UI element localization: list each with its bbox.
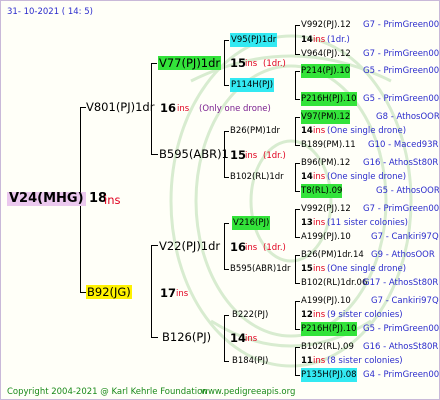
report-date: 31- 10-2021 ( 14: 5) bbox=[7, 7, 93, 17]
g4-queen-name[interactable]: P135H(PJ).08 bbox=[301, 368, 357, 382]
g4-queen-name[interactable]: B102(RL).09 bbox=[301, 340, 354, 354]
g3-note: (9 sister colonies) bbox=[327, 310, 403, 320]
g2-ins-number: 16 bbox=[230, 240, 247, 254]
g3-ins-number: 12 bbox=[301, 310, 313, 320]
g2-queen-name[interactable]: V22(PJ)1dr bbox=[159, 239, 220, 253]
g4-genealogy: G7 - PrimGreen00 bbox=[363, 20, 440, 30]
g3-queen-name[interactable]: B222(PJ) bbox=[232, 308, 268, 322]
g3-note: (11 sister colonies) bbox=[327, 218, 408, 228]
g3-note: (One single drone) bbox=[327, 126, 407, 136]
g3-note: (1dr.) bbox=[327, 35, 350, 45]
g4-genealogy: G16 - AthosSt80R bbox=[363, 342, 439, 352]
g2-queen-name[interactable]: B126(PJ) bbox=[162, 330, 211, 344]
g4-queen-name[interactable]: V992(PJ).12 bbox=[301, 202, 351, 216]
g3-ins-label: ins bbox=[313, 356, 326, 366]
g4-genealogy: G4 - PrimGreen00 bbox=[363, 370, 440, 380]
g3-ins-label: ins bbox=[313, 126, 326, 136]
g2-ins-label: ins bbox=[245, 243, 258, 253]
g3-ins-number: 14 bbox=[301, 35, 313, 45]
g3-queen-name[interactable]: B184(PJ) bbox=[232, 354, 268, 368]
g2-ins-number: 15 bbox=[230, 56, 247, 70]
g1-queen-name[interactable]: B92(JG) bbox=[86, 285, 132, 299]
g1-ins-label: ins bbox=[176, 289, 189, 299]
g4-queen-name[interactable]: P216H(PJ).10 bbox=[301, 92, 357, 106]
g4-genealogy: G7 - Cankiri97Q bbox=[371, 232, 439, 242]
g2-ins-label: ins bbox=[245, 334, 258, 344]
g4-queen-name[interactable]: P216H(PJ).10 bbox=[301, 322, 357, 336]
root-queen-name[interactable]: V24(MHG) bbox=[7, 192, 86, 206]
g3-note: (One single drone) bbox=[327, 264, 407, 274]
g3-note: (One single drone) bbox=[327, 172, 407, 182]
g3-ins-label: ins bbox=[313, 310, 326, 320]
g4-queen-name[interactable]: B96(PM).12 bbox=[301, 156, 350, 170]
g4-genealogy: G17 - AthosSt80R bbox=[363, 278, 439, 288]
g2-ins-number: 15 bbox=[230, 148, 247, 162]
g4-genealogy: G5 - AthosOOR bbox=[376, 186, 440, 196]
g3-queen-name[interactable]: B595(ABR)1dr bbox=[230, 262, 291, 276]
pedigree-chart: 31- 10-2021 ( 14: 5) V24(MHG) 18 ins V80… bbox=[0, 0, 440, 400]
g3-ins-label: ins bbox=[313, 172, 326, 182]
g3-ins-number: 11 bbox=[301, 356, 313, 366]
g3-ins-number: 14 bbox=[301, 126, 313, 136]
g3-ins-number: 15 bbox=[301, 264, 313, 274]
g4-queen-name[interactable]: P214(PJ).10 bbox=[301, 64, 351, 78]
g3-queen-name[interactable]: B26(PM)1dr bbox=[230, 124, 280, 138]
g4-genealogy: G5 - PrimGreen00 bbox=[363, 94, 440, 104]
g4-queen-name[interactable]: B26(PM)1dr.14 bbox=[301, 248, 364, 262]
g3-queen-name[interactable]: B102(RL)1dr bbox=[230, 170, 284, 184]
g2-note: (1dr.) bbox=[263, 59, 286, 69]
g2-queen-name[interactable]: B595(ABR)1 bbox=[159, 147, 229, 161]
g1-ins-label: ins bbox=[177, 104, 190, 114]
g4-queen-name[interactable]: T8(RL).09 bbox=[301, 184, 343, 198]
g3-queen-name[interactable]: V216(PJ) bbox=[232, 216, 271, 230]
root-ins-label: ins bbox=[104, 193, 121, 207]
g4-queen-name[interactable]: V97(PM).12 bbox=[301, 110, 351, 124]
g2-note: (1dr.) bbox=[263, 243, 286, 253]
g2-ins-label: ins bbox=[245, 151, 258, 161]
g1-queen-name[interactable]: V801(PJ)1dr bbox=[86, 100, 154, 114]
g3-ins-label: ins bbox=[313, 35, 326, 45]
g3-ins-label: ins bbox=[313, 218, 326, 228]
g4-genealogy: G5 - PrimGreen00 bbox=[363, 324, 440, 334]
g2-note: (1dr.) bbox=[263, 151, 286, 161]
g4-queen-name[interactable]: A199(PJ).10 bbox=[301, 230, 351, 244]
g2-ins-number: 14 bbox=[230, 331, 247, 345]
g4-queen-name[interactable]: V992(PJ).12 bbox=[301, 18, 351, 32]
g1-ins-number: 16 bbox=[160, 101, 177, 115]
g4-genealogy: G7 - Cankiri97Q bbox=[371, 296, 439, 306]
g1-note: (Only one drone) bbox=[199, 104, 271, 114]
g2-queen-name[interactable]: V77(PJ)1dr bbox=[158, 56, 222, 70]
g4-genealogy: G7 - PrimGreen00 bbox=[363, 49, 440, 59]
copyright-text: Copyright 2004-2021 @ Karl Kehrle Founda… bbox=[7, 387, 208, 397]
g3-ins-number: 14 bbox=[301, 172, 313, 182]
g4-queen-name[interactable]: B189(PM).11 bbox=[301, 138, 356, 152]
g4-genealogy: G7 - PrimGreen00 bbox=[363, 204, 440, 214]
g1-ins-number: 17 bbox=[160, 286, 177, 300]
g3-ins-label: ins bbox=[313, 264, 326, 274]
g4-queen-name[interactable]: B102(RL)1dr.06 bbox=[301, 276, 367, 290]
g4-queen-name[interactable]: A199(PJ).10 bbox=[301, 294, 351, 308]
g3-queen-name[interactable]: P114H(PJ) bbox=[230, 78, 275, 92]
g4-genealogy: G5 - PrimGreen00 bbox=[363, 66, 440, 76]
g4-genealogy: G10 - Maced93R bbox=[368, 140, 439, 150]
g2-ins-label: ins bbox=[245, 59, 258, 69]
g4-queen-name[interactable]: V964(PJ).12 bbox=[301, 47, 351, 61]
g4-genealogy: G9 - AthosOOR bbox=[371, 250, 435, 260]
site-link[interactable]: www.pedigreeapis.org bbox=[201, 385, 295, 399]
g3-queen-name[interactable]: V95(PJ)1dr bbox=[230, 33, 278, 47]
g3-ins-number: 13 bbox=[301, 218, 313, 228]
g3-note: (8 sister colonies) bbox=[327, 356, 403, 366]
g4-genealogy: G16 - AthosSt80R bbox=[363, 158, 439, 168]
g4-genealogy: G8 - AthosOOR bbox=[376, 112, 440, 122]
